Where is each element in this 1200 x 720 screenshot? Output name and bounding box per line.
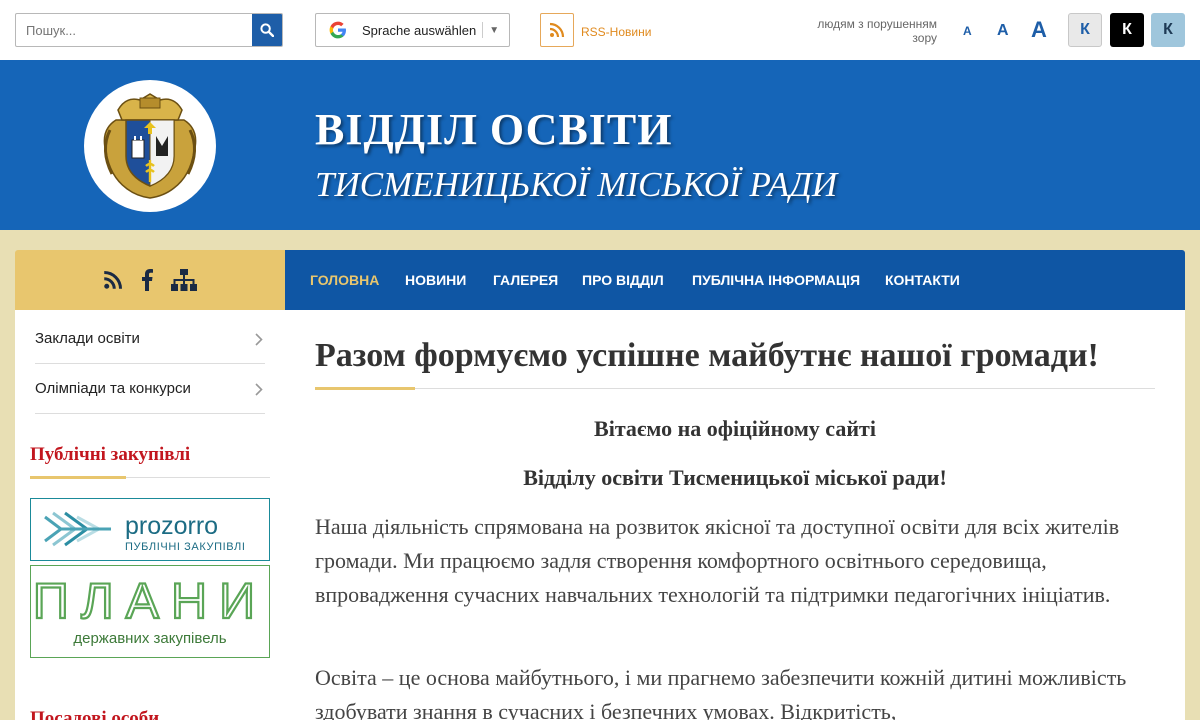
coat-of-arms-icon <box>103 93 197 199</box>
contrast-dark-button[interactable]: К <box>1110 13 1144 47</box>
font-size-large-button[interactable]: A <box>1031 17 1047 43</box>
nav-item-contacts[interactable]: Контакти <box>885 272 960 288</box>
title-divider <box>315 387 1155 390</box>
plans-title: ПЛАНИ <box>33 573 267 629</box>
search-box <box>15 13 283 47</box>
sitemap-icon[interactable] <box>171 269 197 291</box>
procurement-plans-banner[interactable]: ПЛАНИ державних закупівель <box>30 565 270 658</box>
rss-icon <box>549 22 565 38</box>
prozorro-name: prozorro <box>125 512 218 540</box>
section-title-officials: Посадові особи <box>30 708 160 720</box>
site-logo[interactable] <box>84 80 216 212</box>
google-icon <box>329 21 346 39</box>
nav-item-news[interactable]: Новини <box>405 272 466 288</box>
rss-news-link[interactable]: RSS-Новини <box>581 25 651 39</box>
site-title: ВІДДІЛ ОСВІТИ <box>315 105 673 154</box>
sidebar-item-olympiads[interactable]: Олімпіади та конкурси <box>35 364 265 414</box>
prozorro-logo: prozorro ПУБЛІЧНІ ЗАКУПІВЛІ <box>44 511 246 553</box>
chevron-right-icon <box>255 333 263 346</box>
sidebar-item-label: Заклади освіти <box>35 330 140 347</box>
plans-subtitle: державних закупівель <box>73 630 226 647</box>
search-input[interactable] <box>16 14 254 46</box>
chevron-right-icon <box>255 383 263 396</box>
sidebar-icon-bar <box>15 250 285 310</box>
prozorro-subtitle: ПУБЛІЧНІ ЗАКУПІВЛІ <box>125 541 246 553</box>
font-size-small-button[interactable]: A <box>963 24 972 38</box>
divider <box>482 22 484 38</box>
section-divider <box>30 476 270 479</box>
page-title: Разом формуємо успішне майбутнє нашої гр… <box>315 337 1099 374</box>
section-title-procurement: Публічні закупівлі <box>30 444 191 465</box>
search-icon <box>260 23 274 37</box>
rss-button[interactable] <box>540 13 574 47</box>
prozorro-banner[interactable]: prozorro ПУБЛІЧНІ ЗАКУПІВЛІ <box>30 498 270 561</box>
contrast-normal-button[interactable]: К <box>1068 13 1102 47</box>
language-select[interactable]: Sprache auswählen ▼ <box>315 13 510 47</box>
nav-item-about[interactable]: Про відділ <box>582 272 664 288</box>
nav-item-home[interactable]: Головна <box>310 272 379 288</box>
language-select-label: Sprache auswählen <box>362 22 477 38</box>
font-size-medium-button[interactable]: A <box>997 22 1009 40</box>
intro-paragraph: Наша діяльність спрямована на розвиток я… <box>315 514 1120 607</box>
welcome-subheading: Відділу освіти Тисменицької міської ради… <box>523 465 947 490</box>
rss-icon[interactable] <box>103 270 123 290</box>
contrast-blue-button[interactable]: К <box>1151 13 1185 47</box>
site-header: ВІДДІЛ ОСВІТИ ТИСМЕНИЦЬКОЇ МІСЬКОЇ РАДИ <box>0 60 1200 230</box>
main-content: Разом формуємо успішне майбутнє нашої гр… <box>285 310 1185 720</box>
mission-paragraph: Освіта – це основа майбутнього, і ми пра… <box>315 665 1127 720</box>
search-button[interactable] <box>252 14 282 46</box>
main-nav: Головна Новини Галерея Про відділ Публіч… <box>285 250 1185 310</box>
procurement-plans-logo: ПЛАНИ державних закупівель <box>32 572 267 647</box>
dropdown-arrow-icon: ▼ <box>489 24 500 36</box>
sidebar: Заклади освіти Олімпіади та конкурси Пуб… <box>15 310 285 720</box>
nav-item-gallery[interactable]: Галерея <box>493 272 558 288</box>
sidebar-item-label: Олімпіади та конкурси <box>35 380 191 397</box>
facebook-icon[interactable] <box>141 269 153 291</box>
top-bar: Sprache auswählen ▼ RSS-Новини людям з п… <box>0 0 1200 60</box>
sidebar-item-schools[interactable]: Заклади освіти <box>35 314 265 364</box>
welcome-heading: Вітаємо на офіційному сайті <box>594 416 876 441</box>
nav-item-public-info[interactable]: Публічна інформація <box>692 272 860 288</box>
accessibility-label: людям з порушенням зору <box>817 17 937 45</box>
site-subtitle: ТИСМЕНИЦЬКОЇ МІСЬКОЇ РАДИ <box>315 165 838 204</box>
